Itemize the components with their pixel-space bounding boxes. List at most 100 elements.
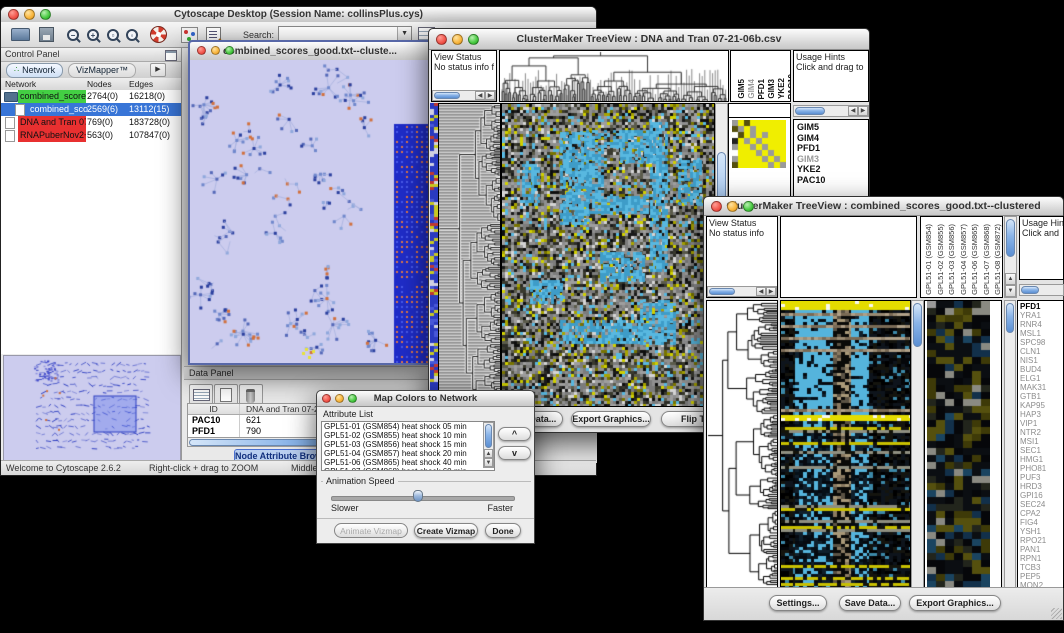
status-scrollbar[interactable]: ◀ ▶ bbox=[707, 286, 777, 297]
network-canvas[interactable] bbox=[190, 60, 430, 363]
move-up-button[interactable]: ^ bbox=[498, 427, 531, 441]
settings-button[interactable]: Settings... bbox=[769, 595, 827, 611]
scrollbar-thumb[interactable] bbox=[485, 424, 492, 448]
search-label: Search: bbox=[243, 30, 274, 40]
zoom-out-icon[interactable]: − bbox=[67, 29, 79, 41]
zoom-window-icon[interactable] bbox=[743, 201, 754, 212]
row-dendrogram-panel[interactable] bbox=[438, 103, 501, 407]
zoom-window-icon[interactable] bbox=[348, 394, 357, 403]
network-overview-panel[interactable] bbox=[3, 355, 181, 461]
create-vizmap-button[interactable]: Create Vizmap bbox=[414, 523, 478, 538]
speed-slider-track[interactable] bbox=[331, 496, 515, 501]
new-attribute-icon[interactable] bbox=[214, 384, 238, 405]
scrollbar-thumb[interactable] bbox=[434, 92, 460, 99]
minimize-icon[interactable] bbox=[452, 34, 463, 45]
scroll-left-icon[interactable]: ◀ bbox=[756, 287, 766, 296]
cluster-vscrollbar[interactable] bbox=[1004, 300, 1016, 588]
save-data-button[interactable]: Save Data... bbox=[839, 595, 901, 611]
save-icon[interactable] bbox=[39, 27, 54, 42]
treeview2-titlebar[interactable]: ClusterMaker TreeView : combined_scores_… bbox=[704, 197, 1063, 216]
scroll-right-icon[interactable]: ▶ bbox=[766, 287, 776, 296]
network-row-dna-tran[interactable]: DNA and Tran 07 769(0) 183728(0) bbox=[1, 116, 181, 129]
minimize-icon[interactable] bbox=[727, 201, 738, 212]
move-down-button[interactable]: v bbox=[498, 446, 531, 460]
heatmap-canvas[interactable] bbox=[502, 104, 714, 406]
done-button[interactable]: Done bbox=[485, 523, 521, 538]
scroll-down-icon[interactable]: ▼ bbox=[484, 458, 493, 467]
scroll-left-icon[interactable]: ◀ bbox=[475, 91, 485, 100]
scroll-up-icon[interactable]: ▲ bbox=[484, 449, 493, 458]
resize-grip[interactable] bbox=[1051, 608, 1062, 619]
select-attributes-icon[interactable] bbox=[189, 384, 213, 405]
scrollbar-thumb[interactable] bbox=[1021, 286, 1039, 294]
column-dendrogram-canvas[interactable] bbox=[500, 51, 728, 101]
close-icon[interactable] bbox=[322, 394, 331, 403]
minimize-icon[interactable] bbox=[24, 9, 35, 20]
scroll-right-icon[interactable]: ▶ bbox=[858, 106, 868, 116]
network-overview-canvas[interactable] bbox=[4, 356, 178, 458]
close-icon[interactable] bbox=[711, 201, 722, 212]
main-titlebar[interactable]: Cytoscape Desktop (Session Name: collins… bbox=[1, 7, 596, 23]
network-row-combined-scores[interactable]: combined_scores 2764(0) 16218(0) bbox=[1, 90, 181, 103]
selected-cluster-heatmap-canvas[interactable] bbox=[732, 120, 786, 168]
gene-label: GIM3 bbox=[794, 154, 868, 165]
zoom-fit-icon[interactable]: ◦ bbox=[126, 29, 138, 41]
column-dendrogram-panel[interactable] bbox=[780, 216, 917, 298]
network-view-titlebar[interactable]: combined_scores_good.txt--cluste... bbox=[190, 42, 430, 61]
gene-list-scrollbar[interactable]: ◀ ▶ bbox=[793, 105, 869, 117]
attribute-item[interactable]: GPL51-03 (GSM856) heat shock 15 min bbox=[322, 440, 494, 449]
attribute-item[interactable]: GPL51-01 (GSM854) heat shock 05 min bbox=[322, 422, 494, 431]
heatmap-canvas[interactable] bbox=[781, 301, 910, 587]
export-graphics-button[interactable]: Export Graphics... bbox=[909, 595, 1001, 611]
zoom-window-icon[interactable] bbox=[468, 34, 479, 45]
attribute-item[interactable]: GPL51-07 (GSM868) heat shock 60 min bbox=[322, 467, 494, 471]
zoom-in-icon[interactable]: + bbox=[87, 29, 99, 41]
scrollbar-thumb[interactable] bbox=[1006, 303, 1014, 333]
column-labels-scrollbar[interactable]: ▲ ▼ bbox=[1004, 216, 1017, 298]
row-dendrogram-panel[interactable] bbox=[706, 300, 778, 588]
export-graphics-button[interactable]: Export Graphics... bbox=[571, 411, 651, 427]
scroll-right-icon[interactable]: ▶ bbox=[485, 91, 495, 100]
row-dendrogram-canvas[interactable] bbox=[439, 104, 500, 406]
scroll-left-icon[interactable]: ◀ bbox=[848, 106, 858, 116]
zoom-selected-icon[interactable]: ▫ bbox=[107, 29, 119, 41]
minimize-icon[interactable] bbox=[211, 46, 220, 55]
attribute-item[interactable]: GPL51-04 (GSM857) heat shock 20 min bbox=[322, 449, 494, 458]
scroll-down-icon[interactable]: ▼ bbox=[1005, 285, 1016, 297]
tab-network[interactable]: ∴ Network bbox=[6, 63, 63, 78]
attribute-item[interactable]: GPL51-02 (GSM855) heat shock 10 min bbox=[322, 431, 494, 440]
tab-vizmapper[interactable]: VizMapper™ bbox=[68, 63, 136, 78]
usage-hints-scrollbar[interactable] bbox=[1019, 284, 1064, 296]
zoom-window-icon[interactable] bbox=[40, 9, 51, 20]
close-icon[interactable] bbox=[197, 46, 206, 55]
dialog-titlebar[interactable]: Map Colors to Network bbox=[317, 391, 534, 407]
float-panel-icon[interactable] bbox=[165, 50, 177, 61]
scrollbar-thumb[interactable] bbox=[795, 107, 825, 115]
close-icon[interactable] bbox=[436, 34, 447, 45]
selected-cluster-heatmap-canvas[interactable] bbox=[927, 301, 990, 587]
open-file-icon[interactable] bbox=[11, 28, 30, 41]
heatmap-panel[interactable] bbox=[501, 103, 715, 407]
network-row-rnapuber[interactable]: RNAPuberNov2+ 563(0) 107847(0) bbox=[1, 129, 181, 142]
selected-cluster-panel[interactable] bbox=[924, 300, 1002, 588]
speed-slider-thumb[interactable] bbox=[413, 490, 423, 502]
heatmap-vscrollbar[interactable] bbox=[911, 300, 924, 588]
row-dendrogram-canvas[interactable] bbox=[707, 301, 777, 587]
scroll-up-icon[interactable]: ▲ bbox=[1005, 273, 1016, 285]
attribute-item[interactable]: GPL51-06 (GSM865) heat shock 40 min bbox=[322, 458, 494, 467]
heatmap-panel[interactable] bbox=[780, 300, 911, 588]
zoom-window-icon[interactable] bbox=[225, 46, 234, 55]
scrollbar-thumb[interactable] bbox=[1006, 219, 1015, 257]
column-dendrogram-panel[interactable] bbox=[499, 50, 729, 102]
scrollbar-thumb[interactable] bbox=[913, 303, 922, 347]
attribute-list-scrollbar[interactable]: ▲ ▼ bbox=[483, 422, 494, 468]
treeview1-titlebar[interactable]: ClusterMaker TreeView : DNA and Tran 07-… bbox=[429, 29, 869, 50]
status-scrollbar[interactable]: ◀ ▶ bbox=[432, 90, 496, 101]
tab-overflow-arrow-icon[interactable]: ▶ bbox=[150, 63, 166, 77]
scrollbar-thumb[interactable] bbox=[709, 288, 735, 295]
delete-attribute-icon[interactable] bbox=[239, 384, 263, 405]
minimize-icon[interactable] bbox=[335, 394, 344, 403]
close-icon[interactable] bbox=[8, 9, 19, 20]
network-row-selected[interactable]: combined_sco 2569(6) 13112(15) bbox=[1, 103, 181, 116]
help-lifesaver-icon[interactable] bbox=[150, 26, 167, 43]
